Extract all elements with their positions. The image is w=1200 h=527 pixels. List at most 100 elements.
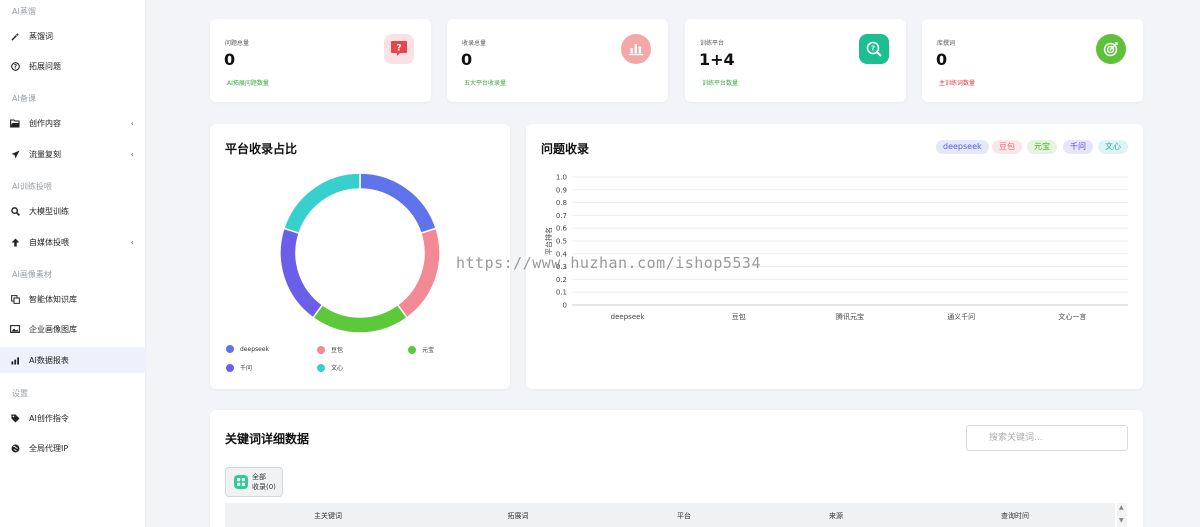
sidebar-item-label: 流量复刻 [29,149,61,159]
legend-label: deepseek [240,345,269,353]
legend-item-wenxin[interactable]: 文心 [317,363,343,372]
x-tick-label: 腾讯元宝 [836,312,864,321]
sidebar-item-label: 企业画像图库 [29,324,77,334]
legend-dot [408,345,416,354]
chart-tag-doubao[interactable]: 豆包 [992,140,1022,154]
watermark-text: https://www.huzhan.com/ishop5534 [456,254,761,272]
bar-chart: 1.00.90.80.70.60.50.40.30.20.10平台排名deeps… [544,174,1128,321]
sidebar-item-model-training[interactable]: 大模型训练 [0,198,146,224]
stat-subtitle: AI拓展问题数量 [227,80,269,87]
chart-tag-qianwen[interactable]: 千问 [1063,140,1093,154]
question-circle-icon: ? [10,61,20,71]
stat-value: 0 [936,50,948,69]
column-header-expanded-word[interactable]: 拓展词 [508,511,529,521]
keyword-search-input[interactable]: 搜索关键词... [966,425,1128,451]
globe-icon [10,443,20,453]
y-axis-label: 平台排名 [544,227,553,255]
sidebar-group-title: AI画像素材 [12,270,52,279]
image-icon [10,324,20,334]
sidebar-group-title: AI备课 [12,94,36,103]
stat-card-questions: 问题总量 0 AI拓展问题数量 ? [210,19,431,102]
stat-title: 库撰词 [937,40,956,47]
legend-item-qianwen[interactable]: 千问 [226,363,252,372]
search-help-icon: ? [859,34,889,64]
legend-label: 豆包 [331,347,344,354]
stat-subtitle: 五大平台收录量 [464,80,507,87]
magic-wand-icon [10,31,20,41]
sidebar: AI蒸馏 蒸馏词 ? 拓展问题 AI备课 创作内容 ‹ 流量复刻 ‹ AI训练投… [0,0,146,527]
column-header-platform[interactable]: 平台 [677,511,691,521]
sidebar-item-distill-words[interactable]: 蒸馏词 [0,23,146,49]
sidebar-group-title: AI训练投喂 [12,182,52,191]
stat-value: 1+4 [699,50,735,69]
chart-tag-yuanbao[interactable]: 元宝 [1027,140,1057,154]
stat-title: 问题总量 [225,40,250,47]
sidebar-item-label: 大模型训练 [29,206,69,216]
x-tick-label: 通义千问 [947,312,975,321]
panel-title: 问题收录 [541,142,590,156]
sidebar-item-label: 创作内容 [29,118,61,128]
legend-item-doubao[interactable]: 豆包 [317,345,343,354]
legend-dot [226,345,234,353]
sidebar-item-knowledge-base[interactable]: 智能体知识库 [0,286,146,312]
stat-card-keywords: 库撰词 0 主训练词数量 [922,19,1143,102]
legend-dot [317,363,325,372]
filter-label-line-2: 收录(0) [252,483,276,491]
panel-title: 平台收录占比 [225,142,298,156]
arrow-up-icon [10,237,20,247]
table-header: 主关键词 拓展词 平台 来源 查询时间 [225,503,1115,527]
donut-segment-2[interactable] [311,303,409,334]
sidebar-item-data-report[interactable]: AI数据报表 [0,347,146,373]
legend-item-deepseek[interactable]: deepseek [226,345,269,353]
y-tick-label: 0.9 [556,186,567,194]
y-tick-label: 0 [563,302,567,310]
chevron-left-icon[interactable]: ‹ [131,150,134,159]
chart-tag-wenxin[interactable]: 文心 [1098,140,1128,154]
svg-text:?: ? [871,45,875,53]
legend-dot [317,345,325,354]
filter-label-line-1: 全部 [252,473,266,481]
y-tick-label: 0.1 [556,289,567,297]
x-tick-label: deepseek [611,313,646,321]
y-tick-label: 0.8 [556,199,567,207]
sidebar-item-create-content[interactable]: 创作内容 ‹ [0,110,146,136]
chart-tag-deepseek[interactable]: deepseek [936,140,989,154]
sidebar-item-expand-questions[interactable]: ? 拓展问题 [0,53,146,79]
stat-subtitle: 训练平台数量 [702,80,739,87]
sidebar-item-ai-prompts[interactable]: AI创作指令 [0,405,146,431]
sidebar-group-title: AI蒸馏 [12,7,36,16]
donut-segment-0[interactable] [359,172,438,235]
target-icon [1096,34,1126,64]
scroll-down-icon[interactable]: ▼ [1119,517,1124,524]
stat-title: 训练平台 [700,40,725,47]
sidebar-item-label: AI创作指令 [29,413,69,423]
sidebar-item-label: 蒸馏词 [29,31,53,41]
donut-segment-3[interactable] [279,227,324,319]
filter-label: 全部 收录(0) [252,472,276,492]
y-tick-label: 0.5 [556,238,567,246]
column-header-main-keyword[interactable]: 主关键词 [314,511,342,521]
bar-chart-icon [10,355,20,365]
column-header-query-time[interactable]: 查询时间 [1001,511,1029,521]
sidebar-item-traffic-replicate[interactable]: 流量复刻 ‹ [0,141,146,167]
sidebar-item-image-gallery[interactable]: 企业画像图库 [0,316,146,342]
chevron-left-icon[interactable]: ‹ [131,238,134,247]
x-tick-label: 文心一言 [1058,312,1086,321]
sidebar-item-label: 全局代理IP [29,443,69,453]
scroll-up-icon[interactable]: ▲ [1119,504,1124,511]
sidebar-item-proxy-ip[interactable]: 全局代理IP [0,435,146,461]
search-icon [10,206,20,216]
donut-segment-4[interactable] [282,172,361,235]
legend-item-yuanbao[interactable]: 元宝 [408,345,434,354]
chevron-left-icon[interactable]: ‹ [131,119,134,128]
column-header-source[interactable]: 来源 [829,511,843,521]
table-scrollbar[interactable]: ▲ ▼ [1117,503,1127,527]
donut-segment-1[interactable] [396,227,441,319]
svg-text:?: ? [396,44,401,54]
sidebar-item-media-feed[interactable]: 自媒体投喂 ‹ [0,229,146,255]
sidebar-group-title: 设置 [12,389,28,398]
x-tick-label: 豆包 [732,312,746,321]
filter-all-button[interactable]: 全部 收录(0) [225,467,283,497]
grid-icon [234,475,248,489]
paper-plane-icon [10,149,20,159]
